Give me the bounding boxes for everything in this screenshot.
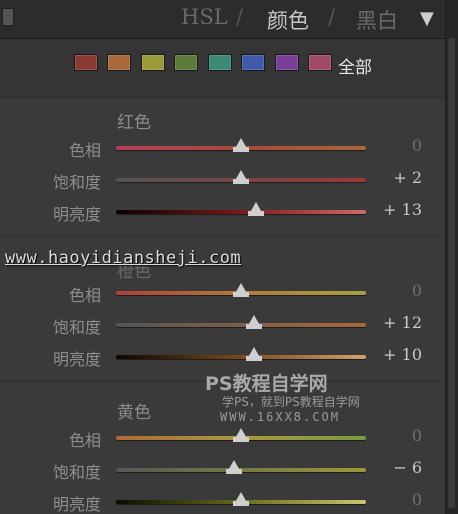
section-title: 黄色 [117, 403, 151, 423]
scrollbar-thumb[interactable] [448, 38, 455, 508]
slider-thumb[interactable] [233, 170, 249, 184]
slider-value[interactable]: 0 [412, 281, 422, 300]
slider-row-saturation: 饱和度 − 6 [0, 456, 446, 486]
slider-value[interactable]: − 6 [393, 458, 422, 477]
slider-row-luminance: 明亮度 0 [0, 488, 446, 514]
slider-label: 色相 [68, 286, 101, 305]
swatch-blue[interactable] [241, 54, 265, 71]
slider-track[interactable] [116, 355, 366, 359]
section-red: 红色 色相 0 饱和度 + 2 明亮度 + 13 [0, 97, 446, 236]
slider-label: 明亮度 [52, 350, 101, 369]
slider-label: 饱和度 [52, 318, 101, 337]
slider-thumb[interactable] [233, 283, 249, 297]
slider-thumb[interactable] [225, 460, 242, 474]
slider-thumb[interactable] [233, 428, 249, 442]
panel-switch-icon[interactable] [2, 8, 14, 26]
swatch-red[interactable] [74, 54, 98, 71]
slider-row-hue: 色相 0 [0, 279, 446, 309]
slider-label: 色相 [68, 431, 101, 450]
color-swatch-row: 全部 [0, 39, 446, 98]
slider-value[interactable]: + 10 [383, 345, 422, 364]
slider-row-saturation: 饱和度 + 2 [0, 166, 446, 196]
tab-hsl[interactable]: HSL [181, 5, 228, 29]
slider-row-hue: 色相 0 [0, 424, 446, 454]
tab-color[interactable]: 颜色 [267, 5, 309, 35]
slider-value[interactable]: 0 [412, 426, 422, 445]
swatch-aqua[interactable] [208, 54, 232, 71]
slider-thumb[interactable] [233, 138, 249, 152]
slider-value[interactable]: + 2 [393, 168, 422, 187]
watermark-ps-url: WWW.16XX8.COM [220, 410, 340, 424]
watermark-url: www.haoyidiansheji.com [5, 248, 242, 268]
slider-value[interactable]: 0 [412, 136, 422, 155]
all-colors-button[interactable]: 全部 [338, 53, 372, 78]
slider-label: 色相 [68, 141, 101, 160]
section-title: 红色 [117, 113, 151, 133]
slider-row-luminance: 明亮度 + 13 [0, 198, 446, 228]
tab-separator: / [236, 5, 244, 29]
slider-value[interactable]: + 12 [383, 313, 422, 332]
tab-separator: / [328, 5, 336, 29]
tab-black-white[interactable]: 黑白 [356, 5, 398, 35]
watermark-ps-title: PS教程自学网 [205, 373, 328, 395]
swatch-yellow[interactable] [141, 54, 165, 71]
collapse-triangle-icon[interactable]: ▼ [420, 8, 434, 29]
swatch-magenta[interactable] [308, 54, 332, 71]
panel-header: HSL / 颜色 / 黑白 ▼ [0, 0, 446, 39]
slider-thumb[interactable] [245, 347, 262, 361]
slider-label: 饱和度 [52, 463, 101, 482]
slider-thumb[interactable] [248, 202, 264, 216]
panel-scrollbar[interactable] [445, 0, 458, 514]
swatch-orange[interactable] [107, 54, 131, 71]
hsl-color-panel: HSL / 颜色 / 黑白 ▼ 全部 红色 色相 0 饱和度 + 2 明亮度 +… [0, 0, 446, 514]
slider-track[interactable] [116, 323, 366, 327]
slider-thumb[interactable] [233, 492, 249, 506]
slider-track[interactable] [116, 210, 366, 214]
slider-label: 明亮度 [52, 495, 101, 514]
slider-label: 明亮度 [52, 205, 101, 224]
slider-value[interactable]: 0 [412, 490, 422, 509]
slider-row-hue: 色相 0 [0, 134, 446, 164]
slider-row-saturation: 饱和度 + 12 [0, 311, 446, 341]
watermark-ps-subtitle: 学PS，就到PS教程自学网 [222, 395, 360, 409]
swatch-purple[interactable] [275, 54, 299, 71]
slider-thumb[interactable] [245, 315, 262, 329]
slider-value[interactable]: + 13 [383, 200, 422, 219]
slider-label: 饱和度 [52, 173, 101, 192]
swatch-green[interactable] [174, 54, 198, 71]
